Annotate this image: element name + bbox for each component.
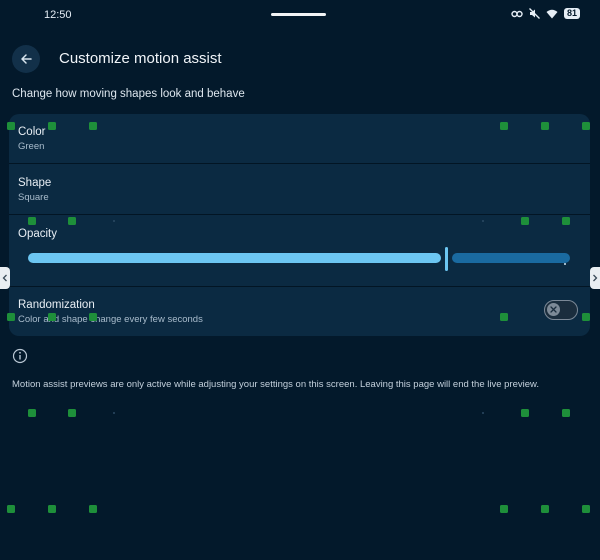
motion-shape xyxy=(482,220,484,222)
shape-setting-title: Shape xyxy=(18,177,52,189)
opacity-slider-thumb[interactable] xyxy=(445,247,448,271)
motion-shape xyxy=(7,313,15,321)
motion-shape xyxy=(521,217,529,225)
motion-shape xyxy=(562,409,570,417)
motion-shape xyxy=(68,217,76,225)
right-edge-handle[interactable] xyxy=(590,267,600,289)
motion-shape xyxy=(482,412,484,414)
motion-shape xyxy=(562,217,570,225)
shape-setting[interactable]: Shape Square xyxy=(9,164,590,214)
settings-card: Color Green Shape Square Opacity Randomi… xyxy=(9,114,590,336)
chevron-right-icon xyxy=(593,274,598,282)
toggle-knob xyxy=(547,303,560,316)
randomization-setting-title: Randomization xyxy=(18,299,95,311)
motion-shape xyxy=(500,505,508,513)
motion-shape xyxy=(582,122,590,130)
mute-icon xyxy=(529,8,540,19)
motion-shape xyxy=(113,412,115,414)
motion-shape xyxy=(582,505,590,513)
motion-shape xyxy=(582,313,590,321)
close-icon xyxy=(550,306,557,313)
shape-setting-value: Square xyxy=(18,192,49,203)
motion-shape xyxy=(500,122,508,130)
color-setting-value: Green xyxy=(18,141,45,152)
opacity-slider-active-track xyxy=(28,253,441,263)
motion-shape xyxy=(89,313,97,321)
randomization-toggle[interactable] xyxy=(544,300,578,320)
motion-shape xyxy=(48,313,56,321)
motion-shape xyxy=(7,505,15,513)
motion-shape xyxy=(89,122,97,130)
motion-shape xyxy=(113,220,115,222)
motion-shape xyxy=(500,313,508,321)
motion-shape xyxy=(28,217,36,225)
opacity-slider-inactive-track xyxy=(452,253,570,265)
link-icon xyxy=(511,9,523,19)
color-setting-title: Color xyxy=(18,126,46,138)
page-title: Customize motion assist xyxy=(59,50,222,67)
status-time: 12:50 xyxy=(44,9,72,21)
opacity-setting-title: Opacity xyxy=(18,228,57,240)
arrow-back-icon xyxy=(21,54,32,64)
page-subtitle: Change how moving shapes look and behave xyxy=(12,88,245,100)
motion-shape xyxy=(89,505,97,513)
left-edge-handle[interactable] xyxy=(0,267,10,289)
opacity-slider[interactable] xyxy=(28,247,570,271)
motion-shape xyxy=(48,505,56,513)
status-icons: 81 xyxy=(511,8,580,19)
status-bar: 12:50 81 xyxy=(0,0,600,30)
randomization-setting: Randomization Color and shape change eve… xyxy=(9,287,590,336)
camera-pill xyxy=(271,13,326,16)
motion-shape xyxy=(541,505,549,513)
motion-shape xyxy=(521,409,529,417)
wifi-icon xyxy=(546,9,558,19)
randomization-setting-description: Color and shape change every few seconds xyxy=(18,314,203,325)
battery-level: 81 xyxy=(563,8,580,19)
footnote-text: Motion assist previews are only active w… xyxy=(12,379,539,390)
slider-stop-indicator xyxy=(564,263,566,265)
back-button[interactable] xyxy=(12,45,40,73)
info-icon xyxy=(12,348,28,369)
chevron-left-icon xyxy=(2,274,7,282)
motion-shape xyxy=(7,122,15,130)
motion-shape xyxy=(541,122,549,130)
motion-shape xyxy=(48,122,56,130)
motion-shape xyxy=(28,409,36,417)
motion-shape xyxy=(68,409,76,417)
